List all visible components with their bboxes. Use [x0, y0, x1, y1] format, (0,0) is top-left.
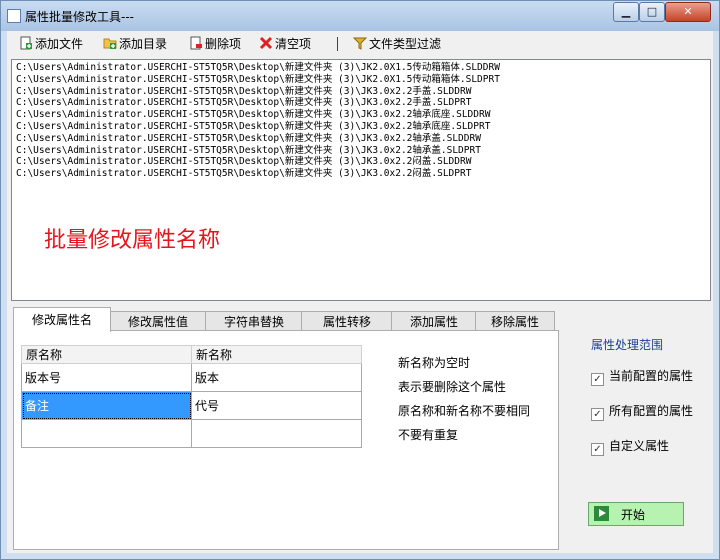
checkbox-label: 当前配置的属性 — [609, 369, 694, 383]
file-type-filter-button[interactable]: 文件类型过滤 — [352, 34, 442, 54]
new-name-cell[interactable]: 版本 — [191, 363, 362, 392]
new-name-cell[interactable]: 代号 — [191, 391, 362, 420]
tab-add-property[interactable]: 添加属性 — [391, 311, 477, 332]
tab-property-transfer[interactable]: 属性转移 — [301, 311, 393, 332]
checkbox-label: 自定义属性 — [609, 439, 670, 453]
clear-items-button[interactable]: 清空项 — [259, 34, 311, 54]
tab-modify-value[interactable]: 修改属性值 — [109, 311, 207, 332]
delete-file-icon — [189, 36, 203, 50]
checkbox-label: 所有配置的属性 — [609, 404, 694, 418]
tab-string-replace[interactable]: 字符串替换 — [205, 311, 303, 332]
add-directory-label: 添加目录 — [119, 37, 168, 51]
file-path-item[interactable]: C:\Users\Administrator.USERCHI-ST5TQ5R\D… — [16, 145, 500, 157]
tab-rename-property[interactable]: 修改属性名 — [13, 307, 111, 332]
column-header-old-name: 原名称 — [21, 345, 192, 364]
old-name-cell[interactable]: 版本号 — [21, 363, 192, 392]
delete-item-label: 删除项 — [205, 37, 242, 51]
add-folder-icon — [103, 36, 117, 50]
file-path-item[interactable]: C:\Users\Administrator.USERCHI-ST5TQ5R\D… — [16, 156, 500, 168]
toolbar-separator — [337, 37, 338, 51]
window-title: 属性批量修改工具--- — [25, 10, 134, 24]
clear-x-icon — [259, 36, 273, 50]
add-directory-button[interactable]: 添加目录 — [103, 34, 167, 54]
app-window: 属性批量修改工具--- ▁ □ ✕ 添加文件 添加目录 删除项 清空项 文件类型… — [0, 0, 720, 560]
minimize-button[interactable]: ▁ — [613, 2, 639, 22]
old-name-cell[interactable] — [21, 419, 192, 448]
table-row — [21, 419, 362, 448]
all-config-checkbox[interactable]: ✓ 所有配置的属性 — [591, 403, 694, 421]
close-button[interactable]: ✕ — [665, 2, 711, 22]
note-line: 表示要删除这个属性 — [398, 380, 507, 394]
file-type-filter-label: 文件类型过滤 — [369, 37, 442, 51]
add-file-button[interactable]: 添加文件 — [19, 34, 83, 54]
note-line: 原名称和新名称不要相同 — [398, 404, 531, 418]
rename-tab-panel: 原名称 新名称 版本号 版本 备注 代号 新名称为空时 表示要删除这个属性 原名… — [13, 330, 559, 550]
file-path-lines: C:\Users\Administrator.USERCHI-ST5TQ5R\D… — [16, 62, 500, 180]
app-icon — [7, 9, 21, 23]
file-path-item[interactable]: C:\Users\Administrator.USERCHI-ST5TQ5R\D… — [16, 86, 500, 98]
note-line: 不要有重复 — [398, 428, 459, 442]
rename-table: 原名称 新名称 版本号 版本 备注 代号 — [21, 345, 362, 448]
start-button-label: 开始 — [621, 508, 646, 522]
play-icon — [594, 506, 609, 521]
clear-items-label: 清空项 — [275, 37, 312, 51]
tab-strip: 修改属性名 修改属性值 字符串替换 属性转移 添加属性 移除属性 — [13, 307, 555, 332]
maximize-button[interactable]: □ — [639, 2, 665, 22]
add-file-label: 添加文件 — [35, 37, 84, 51]
checkmark-icon: ✓ — [591, 443, 604, 456]
add-file-icon — [19, 36, 33, 50]
file-list[interactable]: C:\Users\Administrator.USERCHI-ST5TQ5R\D… — [11, 59, 711, 301]
file-path-item[interactable]: C:\Users\Administrator.USERCHI-ST5TQ5R\D… — [16, 62, 500, 74]
file-path-item[interactable]: C:\Users\Administrator.USERCHI-ST5TQ5R\D… — [16, 74, 500, 86]
file-path-item[interactable]: C:\Users\Administrator.USERCHI-ST5TQ5R\D… — [16, 133, 500, 145]
checkmark-icon: ✓ — [591, 408, 604, 421]
feature-caption: 批量修改属性名称 — [44, 228, 221, 253]
toolbar: 添加文件 添加目录 删除项 清空项 文件类型过滤 — [7, 31, 713, 57]
checkmark-icon: ✓ — [591, 373, 604, 386]
custom-property-checkbox[interactable]: ✓ 自定义属性 — [591, 438, 670, 456]
table-row: 备注 代号 — [21, 391, 362, 420]
column-header-new-name: 新名称 — [191, 345, 362, 364]
client-area: 添加文件 添加目录 删除项 清空项 文件类型过滤 C:\Users\Admini… — [7, 31, 713, 553]
note-line: 新名称为空时 — [398, 356, 471, 370]
new-name-cell[interactable] — [191, 419, 362, 448]
file-path-item[interactable]: C:\Users\Administrator.USERCHI-ST5TQ5R\D… — [16, 109, 500, 121]
current-config-checkbox[interactable]: ✓ 当前配置的属性 — [591, 368, 694, 386]
file-path-item[interactable]: C:\Users\Administrator.USERCHI-ST5TQ5R\D… — [16, 121, 500, 133]
delete-item-button[interactable]: 删除项 — [189, 34, 241, 54]
old-name-cell[interactable]: 备注 — [21, 391, 192, 420]
start-button[interactable]: 开始 — [588, 502, 684, 526]
tab-remove-property[interactable]: 移除属性 — [475, 311, 555, 332]
filter-icon — [352, 36, 368, 50]
file-path-item[interactable]: C:\Users\Administrator.USERCHI-ST5TQ5R\D… — [16, 97, 500, 109]
usage-notes: 新名称为空时 表示要删除这个属性 原名称和新名称不要相同 不要有重复 — [398, 351, 530, 447]
table-row: 版本号 版本 — [21, 363, 362, 392]
scope-title: 属性处理范围 — [591, 338, 664, 352]
title-bar[interactable]: 属性批量修改工具--- ▁ □ ✕ — [1, 1, 719, 31]
file-path-item[interactable]: C:\Users\Administrator.USERCHI-ST5TQ5R\D… — [16, 168, 500, 180]
